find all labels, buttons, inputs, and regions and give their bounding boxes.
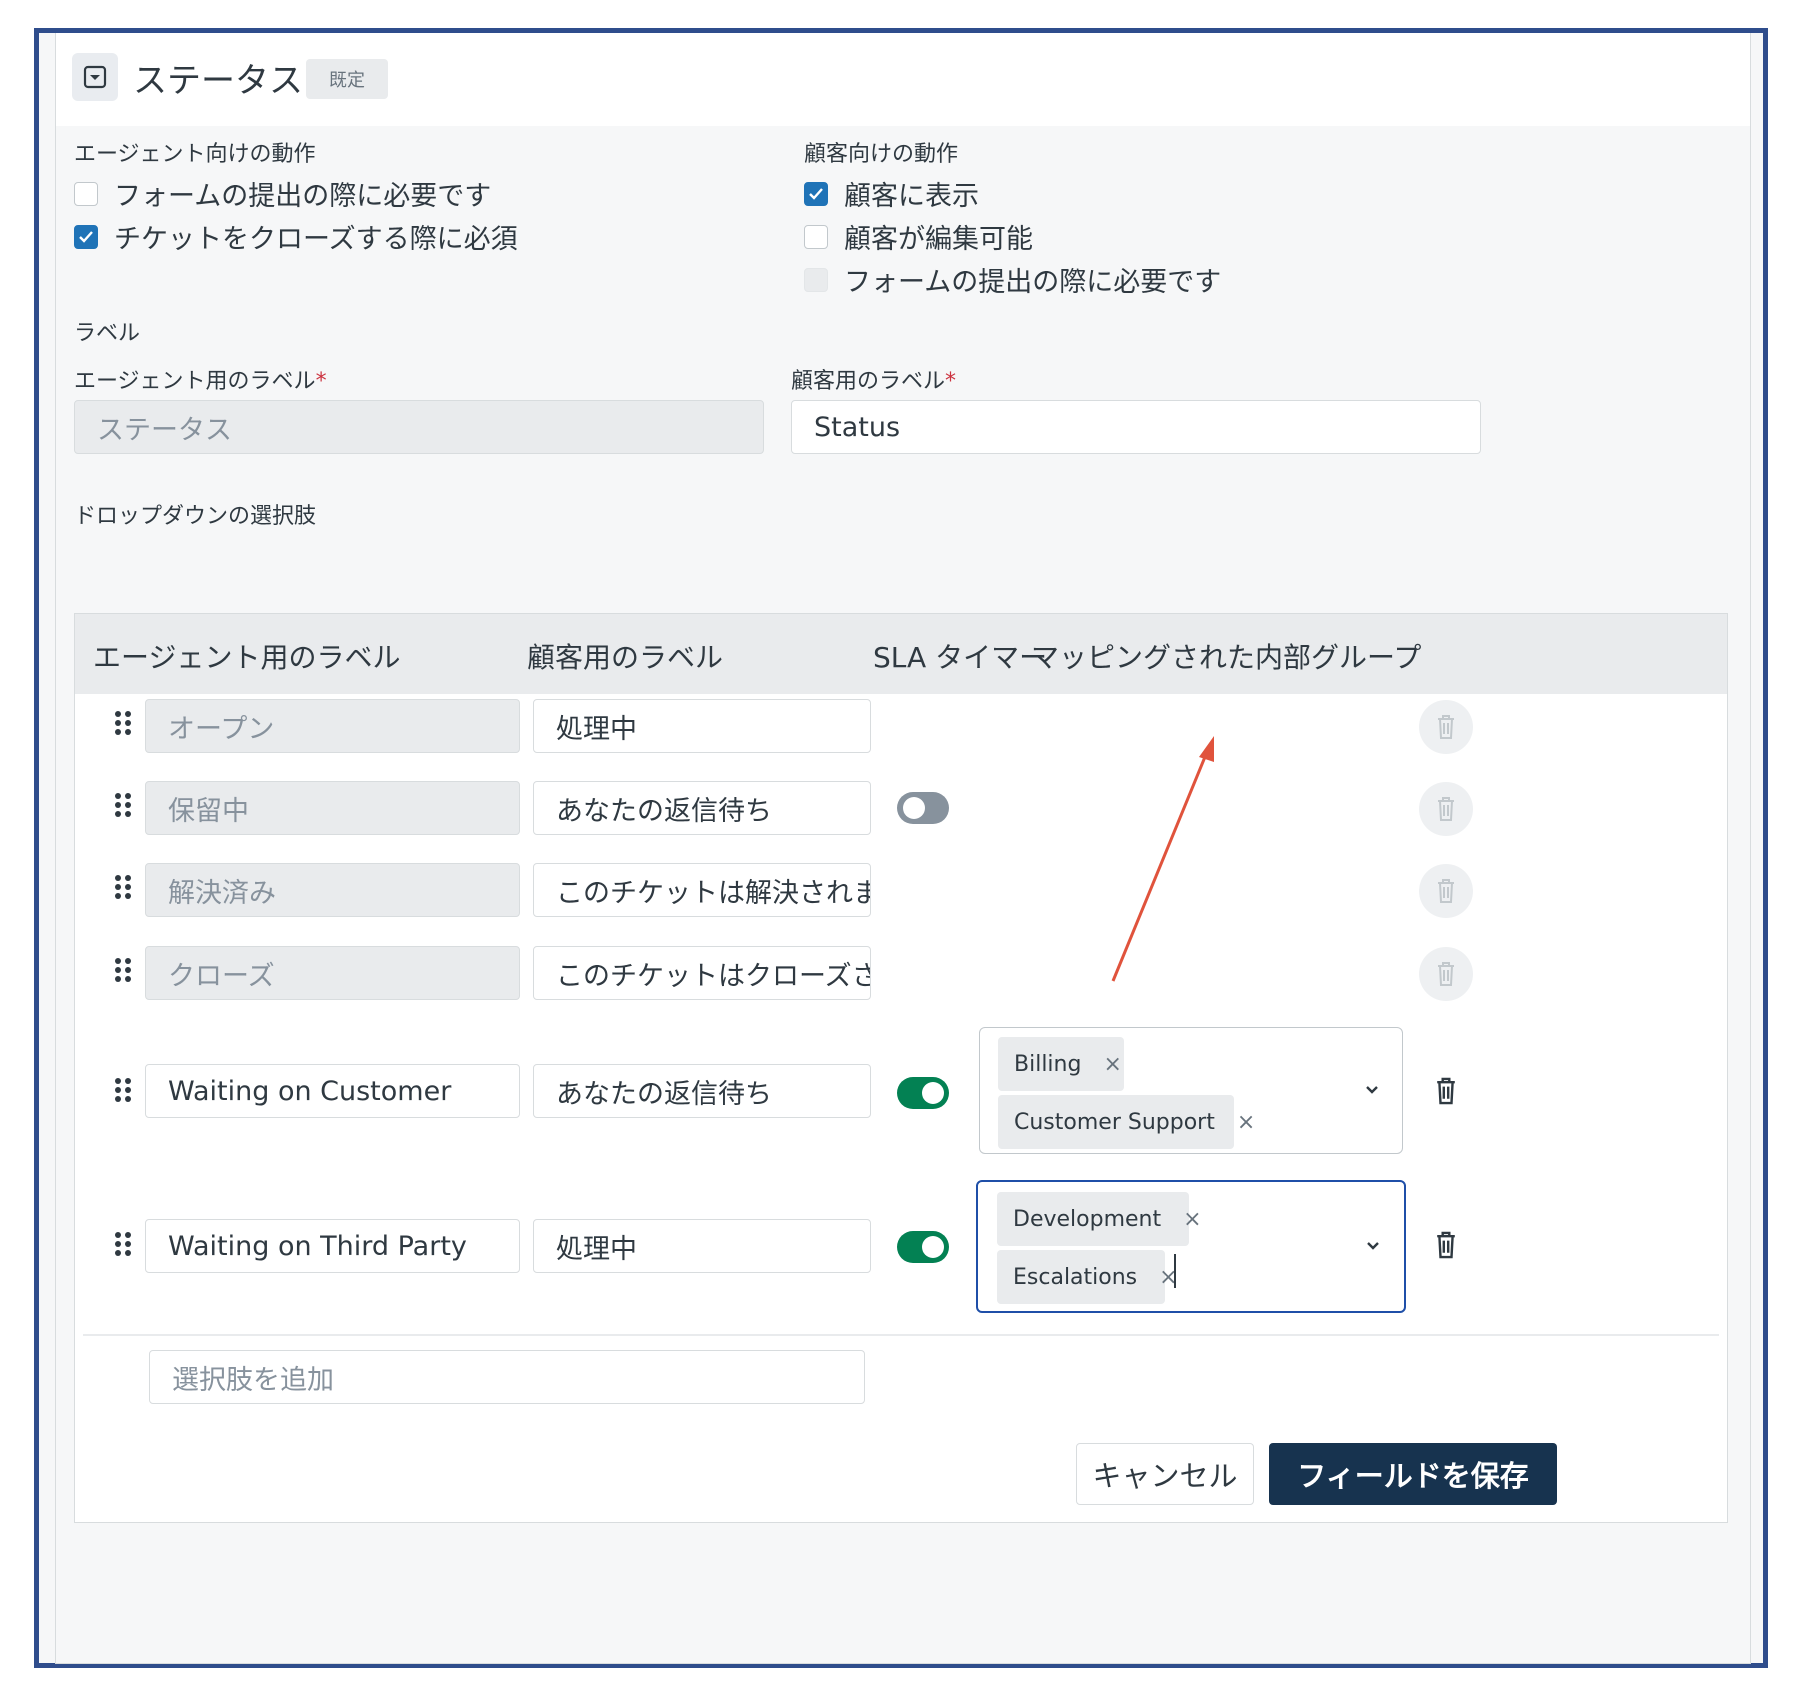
drag-handle-icon[interactable] (115, 1232, 131, 1262)
table-header: エージェント用のラベル 顧客用のラベル SLA タイマー マッピングされた内部グ… (75, 614, 1727, 694)
column-sla-timer: SLA タイマー (873, 641, 1048, 674)
drag-handle-icon[interactable] (115, 711, 131, 741)
customer-label-input[interactable]: Status (791, 400, 1481, 454)
customer-behavior-heading: 顧客向けの動作 (804, 142, 959, 167)
sla-timer-toggle-on[interactable] (897, 1231, 949, 1263)
customer-label-title: 顧客用のラベル* (791, 363, 956, 395)
option-agent-label-input[interactable]: Waiting on Customer (145, 1064, 520, 1118)
column-mapped-groups: マッピングされた内部グループ (1031, 641, 1422, 674)
customer-label-title-text: 顧客用のラベル (791, 369, 946, 394)
cancel-button[interactable]: キャンセル (1076, 1443, 1254, 1505)
option-customer-label-input[interactable]: 処理中 (533, 699, 871, 753)
agent-required-on-close-option[interactable]: チケットをクローズする際に必須 (74, 217, 518, 256)
group-tag: Escalations × (997, 1250, 1178, 1304)
option-agent-label-input: 解決済み (145, 863, 520, 917)
agent-behavior-heading: エージェント向けの動作 (74, 142, 316, 167)
group-tag: Billing × (998, 1037, 1124, 1091)
mapped-groups-select-focused[interactable]: Development × Escalations × (976, 1180, 1406, 1313)
delete-option-button-disabled (1419, 864, 1473, 918)
group-tag: Customer Support × (998, 1095, 1255, 1149)
option-customer-label-input[interactable]: 処理中 (533, 1219, 871, 1273)
option-label: フォームの提出の際に必要です (844, 267, 1222, 298)
remove-tag-icon[interactable]: × (1183, 1207, 1201, 1232)
group-tag-label: Billing (1014, 1051, 1082, 1077)
checkbox-checked[interactable] (74, 224, 98, 249)
trash-icon (1438, 715, 1454, 739)
option-customer-label-input[interactable]: あなたの返信待ち (533, 1064, 871, 1118)
save-field-button[interactable]: フィールドを保存 (1269, 1443, 1557, 1505)
text-cursor (1174, 1254, 1176, 1288)
trash-icon (1437, 1077, 1455, 1105)
option-label: 顧客に表示 (844, 181, 979, 212)
drag-handle-icon[interactable] (115, 958, 131, 988)
toggle-knob (922, 1236, 944, 1258)
delete-option-button[interactable] (1429, 1228, 1463, 1262)
option-customer-label-input[interactable]: このチケットは解決されまl (533, 863, 871, 917)
delete-option-button-disabled (1419, 782, 1473, 836)
group-tag-label: Development (1013, 1206, 1162, 1232)
option-agent-label-input[interactable]: Waiting on Third Party (145, 1219, 520, 1273)
checkbox[interactable] (804, 224, 828, 249)
remove-tag-icon[interactable]: × (1237, 1110, 1255, 1135)
drag-handle-icon[interactable] (115, 1078, 131, 1108)
agent-label-title-text: エージェント用のラベル (74, 369, 316, 394)
check-icon (79, 230, 93, 243)
customer-editable-option[interactable]: 顧客が編集可能 (804, 217, 1033, 256)
default-badge: 既定 (306, 59, 388, 99)
field-header: ステータス 既定 (56, 33, 1750, 126)
sla-timer-toggle-off[interactable] (897, 792, 949, 824)
toggle-knob (903, 797, 925, 819)
checkbox-checked[interactable] (804, 181, 828, 206)
agent-label-input: ステータス (74, 400, 764, 454)
show-to-customer-option[interactable]: 顧客に表示 (804, 174, 979, 213)
customer-required-on-submit-option: フォームの提出の際に必要です (804, 260, 1221, 299)
delete-option-button-disabled (1419, 947, 1473, 1001)
group-tag: Development × (997, 1192, 1202, 1246)
column-agent-label: エージェント用のラベル (93, 641, 401, 674)
trash-icon (1437, 1231, 1455, 1259)
chevron-down-icon[interactable] (1364, 1084, 1380, 1096)
option-label: チケットをクローズする際に必須 (114, 224, 518, 255)
mapped-groups-select[interactable]: Billing × Customer Support × (979, 1027, 1403, 1154)
dropdown-options-table: エージェント用のラベル 顧客用のラベル SLA タイマー マッピングされた内部グ… (74, 613, 1728, 1523)
screenshot-frame: ステータス 既定 エージェント向けの動作 フォームの提出の際に必要です チケット… (34, 28, 1768, 1668)
checkbox[interactable] (74, 181, 98, 206)
field-editor-card: ステータス 既定 エージェント向けの動作 フォームの提出の際に必要です チケット… (55, 33, 1751, 1664)
row-divider (83, 1334, 1719, 1336)
option-customer-label-input[interactable]: あなたの返信待ち (533, 781, 871, 835)
sla-timer-toggle-on[interactable] (897, 1077, 949, 1109)
required-mark: * (315, 369, 327, 394)
field-title: ステータス (133, 61, 303, 101)
remove-tag-icon[interactable]: × (1103, 1052, 1121, 1077)
agent-required-on-submit-option[interactable]: フォームの提出の際に必要です (74, 174, 491, 213)
group-tag-label: Customer Support (1014, 1109, 1215, 1135)
option-agent-label-input: オープン (145, 699, 520, 753)
option-agent-label-input: 保留中 (145, 781, 520, 835)
labels-heading: ラベル (74, 321, 141, 346)
option-label: フォームの提出の際に必要です (114, 181, 492, 212)
required-mark: * (945, 369, 957, 394)
check-icon (809, 187, 823, 200)
option-customer-label-input[interactable]: このチケットはクローズさオ (533, 946, 871, 1000)
toggle-knob (922, 1082, 944, 1104)
add-option-input[interactable]: 選択肢を追加 (149, 1350, 865, 1404)
column-customer-label: 顧客用のラベル (527, 641, 724, 674)
trash-icon (1438, 962, 1454, 986)
option-agent-label-input: クローズ (145, 946, 520, 1000)
delete-option-button-disabled (1419, 700, 1473, 754)
dropdown-options-heading: ドロップダウンの選択肢 (74, 504, 317, 529)
group-tag-label: Escalations (1013, 1264, 1138, 1290)
drag-handle-icon[interactable] (115, 793, 131, 823)
chevron-down-icon[interactable] (1365, 1240, 1381, 1252)
trash-icon (1438, 879, 1454, 903)
agent-label-title: エージェント用のラベル* (74, 363, 327, 395)
option-label: 顧客が編集可能 (844, 224, 1033, 255)
dropdown-field-icon (72, 53, 118, 101)
checkbox-disabled (804, 267, 828, 292)
trash-icon (1438, 797, 1454, 821)
drag-handle-icon[interactable] (115, 875, 131, 905)
delete-option-button[interactable] (1429, 1074, 1463, 1108)
